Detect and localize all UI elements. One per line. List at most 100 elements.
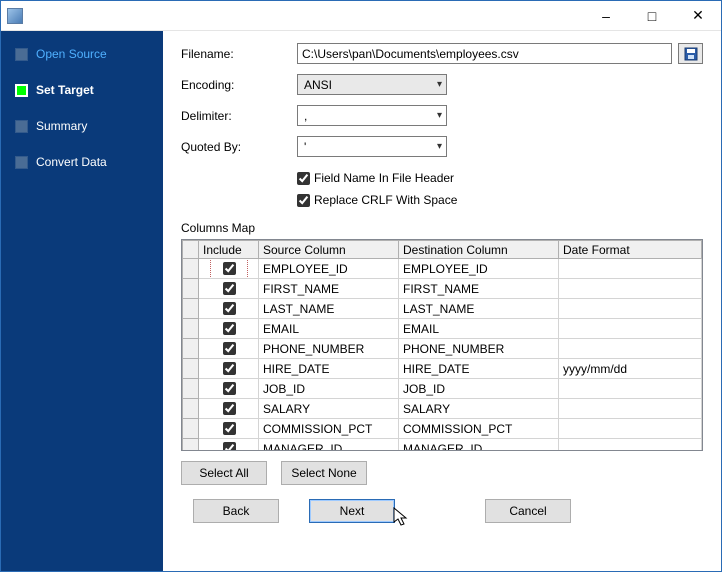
sidebar-item-convert-data[interactable]: Convert Data [1, 149, 163, 175]
filename-label: Filename: [181, 47, 297, 61]
datefmt-cell[interactable] [559, 259, 702, 279]
maximize-button[interactable]: □ [629, 1, 675, 31]
step-box-icon [15, 48, 28, 61]
back-button[interactable]: Back [193, 499, 279, 523]
source-cell[interactable]: FIRST_NAME [259, 279, 399, 299]
col-header-datefmt[interactable]: Date Format [559, 241, 702, 259]
dest-cell[interactable]: HIRE_DATE [399, 359, 559, 379]
sidebar-item-open-source[interactable]: Open Source [1, 41, 163, 67]
quoted-select[interactable]: ' ▾ [297, 136, 447, 157]
cancel-button[interactable]: Cancel [485, 499, 571, 523]
select-none-button[interactable]: Select None [281, 461, 367, 485]
table-row[interactable]: MANAGER_IDMANAGER_ID [183, 439, 702, 452]
source-cell[interactable]: JOB_ID [259, 379, 399, 399]
quoted-value: ' [304, 140, 306, 154]
sidebar-item-label: Open Source [36, 47, 107, 61]
include-cell[interactable] [199, 379, 259, 399]
close-button[interactable]: ✕ [675, 1, 721, 31]
table-row[interactable]: EMAILEMAIL [183, 319, 702, 339]
content-panel: Filename: Encoding: ANSI ▾ D [163, 31, 721, 571]
select-all-button[interactable]: Select All [181, 461, 267, 485]
filename-input[interactable] [297, 43, 672, 64]
source-cell[interactable]: LAST_NAME [259, 299, 399, 319]
sidebar-item-set-target[interactable]: Set Target [1, 77, 163, 103]
source-cell[interactable]: HIRE_DATE [259, 359, 399, 379]
dest-cell[interactable]: PHONE_NUMBER [399, 339, 559, 359]
back-label: Back [223, 504, 250, 518]
include-checkbox[interactable] [223, 342, 236, 355]
sidebar-item-summary[interactable]: Summary [1, 113, 163, 139]
datefmt-cell[interactable] [559, 319, 702, 339]
include-checkbox[interactable] [223, 362, 236, 375]
include-cell[interactable] [199, 359, 259, 379]
encoding-select[interactable]: ANSI ▾ [297, 74, 447, 95]
datefmt-cell[interactable] [559, 299, 702, 319]
table-row[interactable]: JOB_IDJOB_ID [183, 379, 702, 399]
fieldname-header-label: Field Name In File Header [314, 171, 454, 185]
col-header-dest[interactable]: Destination Column [399, 241, 559, 259]
step-box-icon [15, 84, 28, 97]
source-cell[interactable]: EMAIL [259, 319, 399, 339]
row-header [183, 279, 199, 299]
include-checkbox[interactable] [223, 262, 236, 275]
include-cell[interactable] [199, 319, 259, 339]
table-row[interactable]: COMMISSION_PCTCOMMISSION_PCT [183, 419, 702, 439]
include-cell[interactable] [199, 299, 259, 319]
include-checkbox[interactable] [223, 282, 236, 295]
datefmt-cell[interactable] [559, 339, 702, 359]
include-checkbox[interactable] [223, 322, 236, 335]
dest-cell[interactable]: COMMISSION_PCT [399, 419, 559, 439]
col-header-source[interactable]: Source Column [259, 241, 399, 259]
source-cell[interactable]: PHONE_NUMBER [259, 339, 399, 359]
table-row[interactable]: HIRE_DATEHIRE_DATEyyyy/mm/dd [183, 359, 702, 379]
replace-crlf-checkbox[interactable] [297, 194, 310, 207]
dest-cell[interactable]: SALARY [399, 399, 559, 419]
datefmt-cell[interactable] [559, 279, 702, 299]
fieldname-header-checkbox[interactable] [297, 172, 310, 185]
table-row[interactable]: FIRST_NAMEFIRST_NAME [183, 279, 702, 299]
source-cell[interactable]: EMPLOYEE_ID [259, 259, 399, 279]
include-checkbox[interactable] [223, 422, 236, 435]
datefmt-cell[interactable] [559, 439, 702, 452]
include-cell[interactable] [199, 339, 259, 359]
include-cell[interactable] [199, 259, 259, 279]
sidebar-item-label: Set Target [36, 83, 94, 97]
columns-map-grid[interactable]: Include Source Column Destination Column… [181, 239, 703, 451]
include-checkbox[interactable] [223, 442, 236, 451]
mouse-cursor-icon [393, 507, 411, 527]
datefmt-cell[interactable] [559, 379, 702, 399]
quoted-label: Quoted By: [181, 140, 297, 154]
dest-cell[interactable]: FIRST_NAME [399, 279, 559, 299]
next-label: Next [340, 504, 365, 518]
dest-cell[interactable]: JOB_ID [399, 379, 559, 399]
dest-cell[interactable]: EMPLOYEE_ID [399, 259, 559, 279]
include-cell[interactable] [199, 279, 259, 299]
table-row[interactable]: SALARYSALARY [183, 399, 702, 419]
datefmt-cell[interactable] [559, 399, 702, 419]
source-cell[interactable]: SALARY [259, 399, 399, 419]
step-box-icon [15, 156, 28, 169]
include-checkbox[interactable] [223, 302, 236, 315]
include-cell[interactable] [199, 399, 259, 419]
datefmt-cell[interactable] [559, 419, 702, 439]
grid-body: EMPLOYEE_IDEMPLOYEE_IDFIRST_NAMEFIRST_NA… [183, 259, 702, 452]
minimize-button[interactable]: – [583, 1, 629, 31]
datefmt-cell[interactable]: yyyy/mm/dd [559, 359, 702, 379]
include-cell[interactable] [199, 419, 259, 439]
delimiter-select[interactable]: , ▾ [297, 105, 447, 126]
include-cell[interactable] [199, 439, 259, 452]
browse-button[interactable] [678, 43, 703, 64]
source-cell[interactable]: COMMISSION_PCT [259, 419, 399, 439]
select-all-label: Select All [199, 466, 248, 480]
table-row[interactable]: LAST_NAMELAST_NAME [183, 299, 702, 319]
source-cell[interactable]: MANAGER_ID [259, 439, 399, 452]
include-checkbox[interactable] [223, 382, 236, 395]
col-header-include[interactable]: Include [199, 241, 259, 259]
table-row[interactable]: EMPLOYEE_IDEMPLOYEE_ID [183, 259, 702, 279]
include-checkbox[interactable] [223, 402, 236, 415]
dest-cell[interactable]: LAST_NAME [399, 299, 559, 319]
next-button[interactable]: Next [309, 499, 395, 523]
table-row[interactable]: PHONE_NUMBERPHONE_NUMBER [183, 339, 702, 359]
dest-cell[interactable]: MANAGER_ID [399, 439, 559, 452]
dest-cell[interactable]: EMAIL [399, 319, 559, 339]
